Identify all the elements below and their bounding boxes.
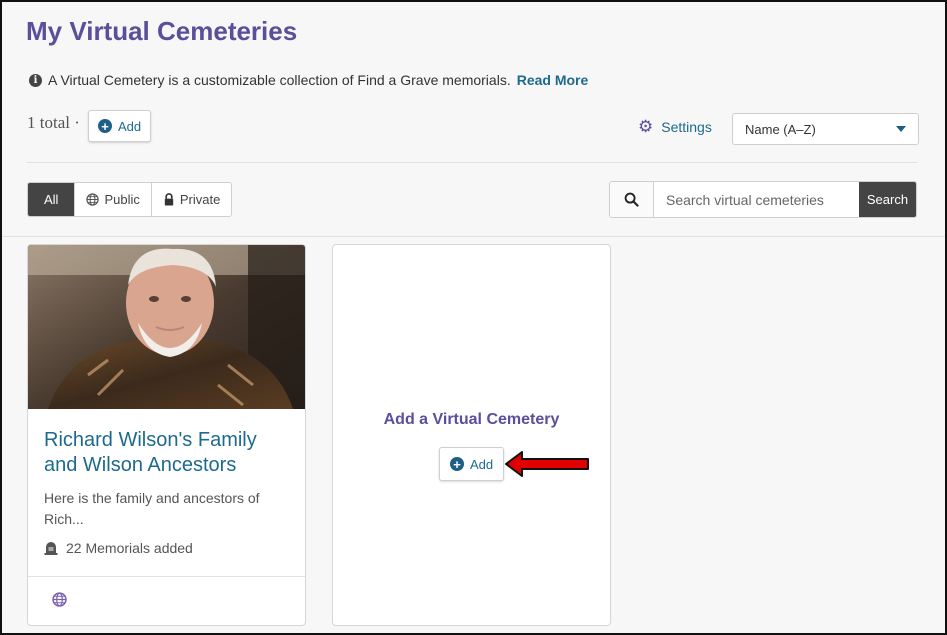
plus-circle-icon: + (450, 457, 464, 471)
cemetery-cover-photo (28, 245, 305, 409)
search-icon-wrap (610, 182, 654, 217)
filter-private-button[interactable]: Private (152, 183, 231, 216)
sort-select[interactable]: Name (A–Z) (732, 113, 919, 145)
plus-circle-icon: + (98, 119, 112, 133)
filter-public-label: Public (104, 192, 140, 207)
lock-icon (164, 193, 174, 206)
filter-all-button[interactable]: All (28, 183, 76, 216)
info-line: i A Virtual Cemetery is a customizable c… (29, 72, 588, 88)
arrow-left-icon (505, 451, 589, 477)
filter-public-button[interactable]: Public (75, 183, 152, 216)
cover-photo-image (28, 245, 305, 409)
memorial-count: 22 Memorials added (44, 540, 193, 556)
add-card-title: Add a Virtual Cemetery (383, 411, 560, 428)
filter-all-label: All (44, 192, 59, 207)
search-box: Search (609, 181, 917, 218)
headstone-icon (44, 541, 58, 555)
settings-link[interactable]: ⚙ Settings (638, 117, 712, 137)
filter-private-label: Private (179, 192, 221, 207)
sort-selected-value: Name (A–Z) (745, 121, 816, 137)
add-button-label: Add (118, 118, 142, 134)
add-virtual-cemetery-card: Add a Virtual Cemetery + Add (332, 244, 611, 626)
add-virtual-cemetery-button[interactable]: + Add (439, 447, 505, 481)
card-title[interactable]: Richard Wilson's Family and Wilson Ances… (44, 428, 294, 478)
card-description: Here is the family and ancestors of Rich… (44, 490, 260, 527)
search-button[interactable]: Search (858, 182, 916, 217)
page-frame: My Virtual Cemeteries i A Virtual Cemete… (0, 0, 947, 635)
divider (27, 162, 917, 163)
read-more-link[interactable]: Read More (517, 72, 589, 88)
total-count: 1 total · (27, 113, 80, 132)
search-input[interactable] (653, 182, 859, 217)
visibility-indicator (52, 592, 67, 612)
divider (2, 236, 945, 237)
globe-icon (86, 193, 100, 206)
gear-icon: ⚙ (638, 117, 654, 136)
add-virtual-cemetery-button-label: Add (470, 456, 494, 472)
page-title: My Virtual Cemeteries (26, 16, 298, 46)
globe-icon (52, 592, 67, 607)
chevron-down-icon (896, 126, 906, 132)
info-icon: i (29, 73, 42, 87)
memorial-count-label: 22 Memorials added (66, 540, 193, 556)
visibility-filter: All Public Private (27, 182, 233, 217)
divider (28, 576, 305, 577)
search-icon (624, 192, 639, 207)
virtual-cemetery-card[interactable]: Richard Wilson's Family and Wilson Ances… (27, 244, 306, 626)
info-text: A Virtual Cemetery is a customizable col… (48, 72, 511, 88)
settings-label: Settings (661, 119, 712, 135)
add-button[interactable]: + Add (88, 110, 152, 142)
